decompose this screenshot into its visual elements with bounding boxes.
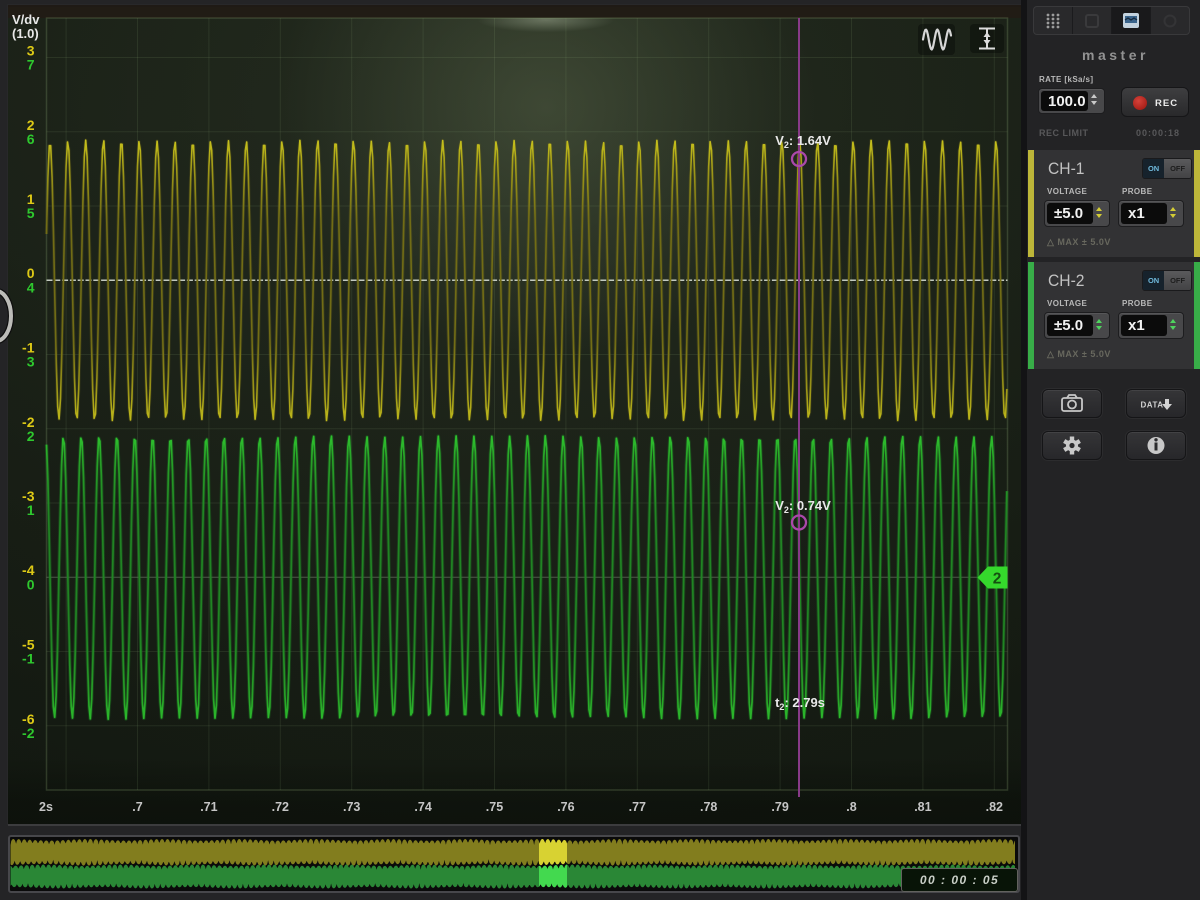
svg-text:4: 4 [27, 279, 35, 295]
svg-text:.7: .7 [132, 800, 142, 814]
svg-text:.77: .77 [629, 800, 646, 814]
svg-text:.78: .78 [700, 800, 717, 814]
svg-text:2s: 2s [39, 800, 53, 814]
svg-text:.72: .72 [272, 800, 289, 814]
svg-text:.73: .73 [343, 800, 360, 814]
svg-text:.79: .79 [771, 800, 788, 814]
svg-text:0: 0 [27, 577, 35, 593]
svg-text:1: 1 [27, 502, 35, 518]
svg-text:t2: 2.79s: t2: 2.79s [775, 695, 825, 712]
svg-text:.8: .8 [846, 800, 856, 814]
svg-text:V2: 1.64V: V2: 1.64V [775, 133, 831, 150]
svg-text:6: 6 [27, 131, 35, 147]
svg-text:.75: .75 [486, 800, 503, 814]
svg-text:(1.0): (1.0) [12, 26, 39, 41]
svg-text:V/dv: V/dv [12, 12, 40, 27]
svg-text:.74: .74 [414, 800, 431, 814]
svg-text:DATA: DATA [1140, 401, 1163, 410]
svg-text:-1: -1 [22, 651, 35, 667]
svg-text:2: 2 [993, 571, 1002, 588]
svg-text:7: 7 [27, 57, 35, 73]
svg-text:V2: 0.74V: V2: 0.74V [775, 498, 831, 515]
svg-text:-2: -2 [22, 725, 35, 741]
svg-text:.81: .81 [914, 800, 931, 814]
svg-text:3: 3 [27, 354, 35, 370]
svg-text:5: 5 [27, 205, 35, 221]
svg-text:.82: .82 [986, 800, 1003, 814]
svg-text:.71: .71 [200, 800, 217, 814]
svg-text:.76: .76 [557, 800, 574, 814]
svg-text:2: 2 [27, 428, 35, 444]
